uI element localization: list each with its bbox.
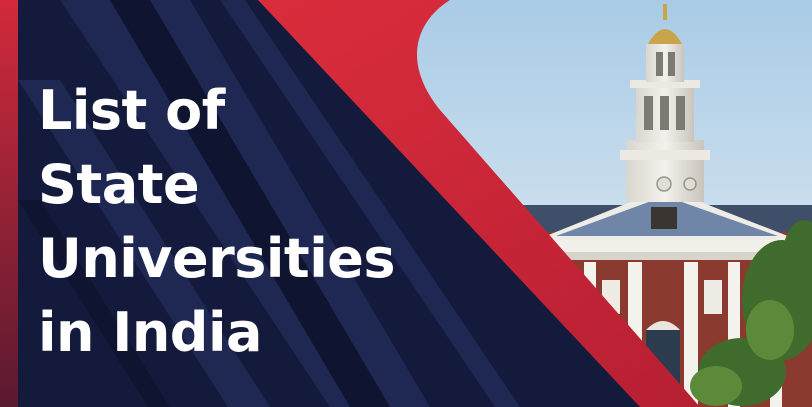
page-title: List of State Universities in India xyxy=(38,74,396,370)
title-line: List of xyxy=(38,79,225,142)
title-line: State xyxy=(38,153,200,216)
title-line: in India xyxy=(38,301,262,364)
banner: List of State Universities in India xyxy=(0,0,812,407)
title-line: Universities xyxy=(38,227,396,290)
